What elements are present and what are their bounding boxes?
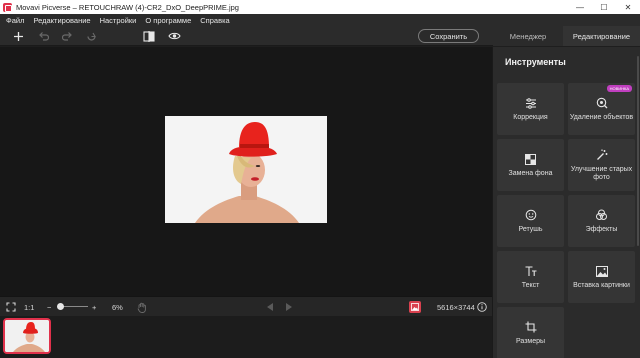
tool-label: Вставка картинки	[573, 281, 630, 289]
edited-photo[interactable]	[165, 116, 327, 223]
maximize-button[interactable]: ☐	[592, 0, 616, 14]
tool-text[interactable]: Текст	[497, 251, 564, 303]
tool-resize[interactable]: Размеры	[497, 307, 564, 358]
minimize-button[interactable]: —	[568, 0, 592, 14]
redo-icon[interactable]	[60, 29, 74, 43]
zoom-out-button[interactable]: −	[47, 301, 51, 313]
tool-label: Удаление объектов	[569, 113, 634, 121]
toolbar: Сохранить Менеджер Редактирование	[0, 26, 640, 46]
window-title: Movavi Picverse – RETOUCHRAW (4)-CR2_DxO…	[16, 2, 239, 12]
magic-wand-icon	[596, 149, 608, 162]
eraser-icon	[596, 97, 608, 110]
zoom-ratio-button[interactable]: 1:1	[24, 301, 34, 313]
tool-insert-image[interactable]: Вставка картинки	[568, 251, 635, 303]
save-button[interactable]: Сохранить	[418, 29, 479, 43]
eye-icon[interactable]	[167, 29, 181, 43]
tool-object-removal[interactable]: НОВИНКА Удаление объектов	[568, 83, 635, 135]
plus-icon[interactable]	[11, 29, 25, 43]
zoom-in-button[interactable]: +	[92, 301, 96, 313]
bottom-control-bar: 1:1 − + 6% 5616×3744	[0, 296, 492, 316]
tool-label: Коррекция	[513, 113, 548, 121]
tools-panel: Инструменты Коррекция НОВИНКА Удаление о…	[492, 47, 640, 358]
tool-old-photo-enhance[interactable]: Улучшение старых фото	[568, 139, 635, 191]
image-icon	[595, 265, 608, 278]
hand-tool-icon[interactable]	[137, 301, 147, 313]
next-image-icon[interactable]	[285, 301, 293, 313]
panel-scrollbar[interactable]	[637, 56, 639, 246]
tool-label: Ретушь	[518, 225, 543, 233]
menu-bar: Файл Редактирование Настройки О программ…	[0, 14, 640, 26]
tool-retouch[interactable]: Ретушь	[497, 195, 564, 247]
info-icon[interactable]	[477, 301, 487, 313]
tool-label: Текст	[521, 281, 540, 289]
tool-label: Эффекты	[585, 225, 618, 233]
app-logo-icon	[3, 2, 12, 12]
title-bar: Movavi Picverse – RETOUCHRAW (4)-CR2_DxO…	[0, 0, 640, 14]
undo-icon[interactable]	[36, 29, 50, 43]
fit-screen-icon[interactable]	[6, 301, 16, 313]
tool-label: Улучшение старых фото	[570, 165, 633, 181]
tool-background-replace[interactable]: Замена фона	[497, 139, 564, 191]
image-indicator-icon[interactable]	[409, 301, 421, 313]
thumbnail-selected[interactable]	[3, 318, 51, 354]
filmstrip	[0, 316, 492, 358]
new-badge: НОВИНКА	[606, 85, 632, 92]
previous-image-icon[interactable]	[266, 301, 274, 313]
effects-icon	[595, 209, 608, 222]
sliders-icon	[525, 97, 537, 110]
image-dimensions: 5616×3744	[437, 302, 475, 312]
tool-effects[interactable]: Эффекты	[568, 195, 635, 247]
zoom-slider-handle[interactable]	[57, 303, 64, 310]
menu-help[interactable]: Справка	[200, 16, 229, 25]
tool-label: Замена фона	[508, 169, 553, 177]
tool-correction[interactable]: Коррекция	[497, 83, 564, 135]
close-button[interactable]: ✕	[616, 0, 640, 14]
tab-edit[interactable]: Редактирование	[563, 26, 640, 46]
background-icon	[525, 153, 536, 166]
face-icon	[525, 209, 537, 222]
tab-manager[interactable]: Менеджер	[493, 26, 563, 46]
crop-icon	[525, 321, 537, 334]
zoom-percent: 6%	[112, 302, 123, 312]
text-icon	[525, 265, 537, 278]
menu-settings[interactable]: Настройки	[100, 16, 137, 25]
image-canvas[interactable]	[0, 47, 492, 296]
reset-icon[interactable]	[84, 29, 98, 43]
menu-file[interactable]: Файл	[6, 16, 24, 25]
tool-label: Размеры	[515, 337, 546, 345]
compare-icon[interactable]	[142, 29, 156, 43]
menu-edit[interactable]: Редактирование	[33, 16, 90, 25]
menu-about[interactable]: О программе	[145, 16, 191, 25]
panel-title: Инструменты	[505, 57, 566, 67]
